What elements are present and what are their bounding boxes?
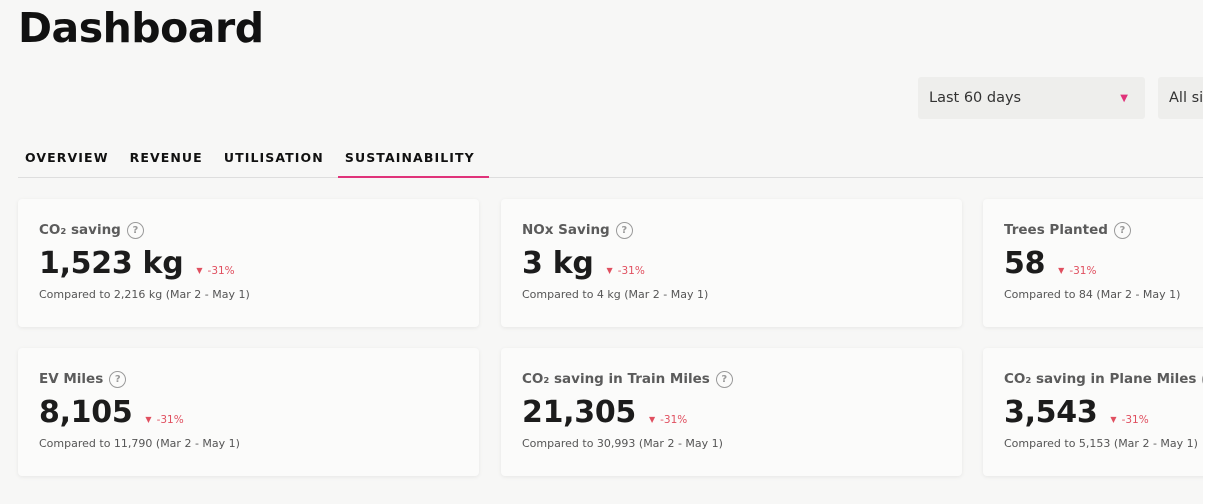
tab-bar: OVERVIEW REVENUE UTILISATION SUSTAINABIL…	[18, 144, 1203, 178]
dashboard-viewport: Dashboard Last 60 days ▼ All sites OVERV…	[0, 0, 1203, 504]
triangle-down-icon: ▼	[1058, 266, 1065, 275]
question-circle-icon[interactable]: ?	[109, 370, 127, 388]
caret-down-icon: ▼	[1120, 92, 1128, 104]
metric-value: 3 kg	[522, 246, 594, 281]
metric-comparison: Compared to 30,993 (Mar 2 - May 1)	[522, 437, 723, 450]
metric-card-plane-miles: CO₂ saving in Plane Miles ? 3,543 ▼-31% …	[983, 348, 1203, 476]
triangle-down-icon: ▼	[196, 266, 203, 275]
site-select-value: All sites	[1169, 90, 1203, 106]
delta-value: -31%	[156, 413, 184, 426]
metric-comparison: Compared to 84 (Mar 2 - May 1)	[1004, 288, 1181, 301]
delta-badge: ▼ -31%	[1110, 414, 1148, 426]
metric-card-nox-saving: NOx Saving ? 3 kg ▼ -31% Compared to 4 kg…	[501, 199, 962, 327]
metric-label: CO₂ saving	[39, 222, 121, 238]
triangle-down-icon: ▼	[606, 266, 613, 275]
metric-value: 3,543	[1004, 395, 1098, 430]
metric-comparison: Compared to 5,153 (Mar 2 - May 1)	[1004, 437, 1198, 450]
window-edge	[1203, 0, 1208, 504]
metric-card-co2-saving: CO₂ saving ? 1,523 kg ▼ -31% Compared to …	[18, 199, 479, 327]
period-select-value: Last 60 days	[929, 90, 1022, 106]
triangle-down-icon: ▼	[1110, 415, 1117, 424]
metric-value: 58	[1004, 246, 1046, 281]
metric-comparison: Compared to 11,790 (Mar 2 - May 1)	[39, 437, 240, 450]
delta-value: -31%	[207, 264, 235, 277]
site-select[interactable]: All sites	[1158, 77, 1203, 119]
metric-value: 21,305	[522, 395, 636, 430]
delta-badge: ▼ -31%	[1058, 265, 1096, 277]
metric-label: EV Miles	[39, 371, 104, 387]
metric-card-train-miles: CO₂ saving in Train Miles ? 21,305 ▼ -31%…	[501, 348, 962, 476]
question-circle-icon[interactable]: ?	[715, 370, 733, 388]
metric-value: 8,105	[39, 395, 133, 430]
triangle-down-icon: ▼	[145, 415, 152, 424]
metric-label: CO₂ saving in Plane Miles	[1004, 371, 1197, 387]
delta-value: -31%	[1069, 264, 1097, 277]
metric-comparison: Compared to 2,216 kg (Mar 2 - May 1)	[39, 288, 250, 301]
delta-value: -31%	[1121, 413, 1149, 426]
question-circle-icon[interactable]: ?	[126, 221, 144, 239]
metric-card-trees-planted: Trees Planted ? 58 ▼ -31% Compared to 84 …	[983, 199, 1203, 327]
metric-label: CO₂ saving in Train Miles	[522, 371, 710, 387]
question-circle-icon[interactable]: ?	[1113, 221, 1131, 239]
metric-comparison: Compared to 4 kg (Mar 2 - May 1)	[522, 288, 709, 301]
question-circle-icon[interactable]: ?	[615, 221, 633, 239]
delta-value: -31%	[617, 264, 645, 277]
tab-utilisation[interactable]: UTILISATION	[217, 144, 338, 177]
delta-badge: ▼ -31%	[649, 414, 687, 426]
triangle-down-icon: ▼	[648, 415, 656, 424]
delta-badge: ▼ -31%	[607, 265, 645, 277]
page-title: Dashboard	[18, 4, 264, 52]
tab-revenue[interactable]: REVENUE	[123, 144, 217, 177]
metric-card-ev-miles: EV Miles ? 8,105 ▼ -31% Compared to 11,79…	[18, 348, 479, 476]
metric-value: 1,523 kg	[39, 246, 184, 281]
tab-sustainability[interactable]: SUSTAINABILITY	[337, 144, 489, 178]
delta-badge: ▼ -31%	[145, 414, 183, 426]
metric-label: NOx Saving	[522, 222, 610, 238]
period-select[interactable]: Last 60 days ▼	[918, 77, 1145, 119]
metric-label: Trees Planted	[1004, 222, 1108, 238]
delta-value: -31%	[660, 413, 688, 426]
delta-badge: ▼ -31%	[196, 265, 234, 277]
tab-overview[interactable]: OVERVIEW	[18, 144, 123, 177]
